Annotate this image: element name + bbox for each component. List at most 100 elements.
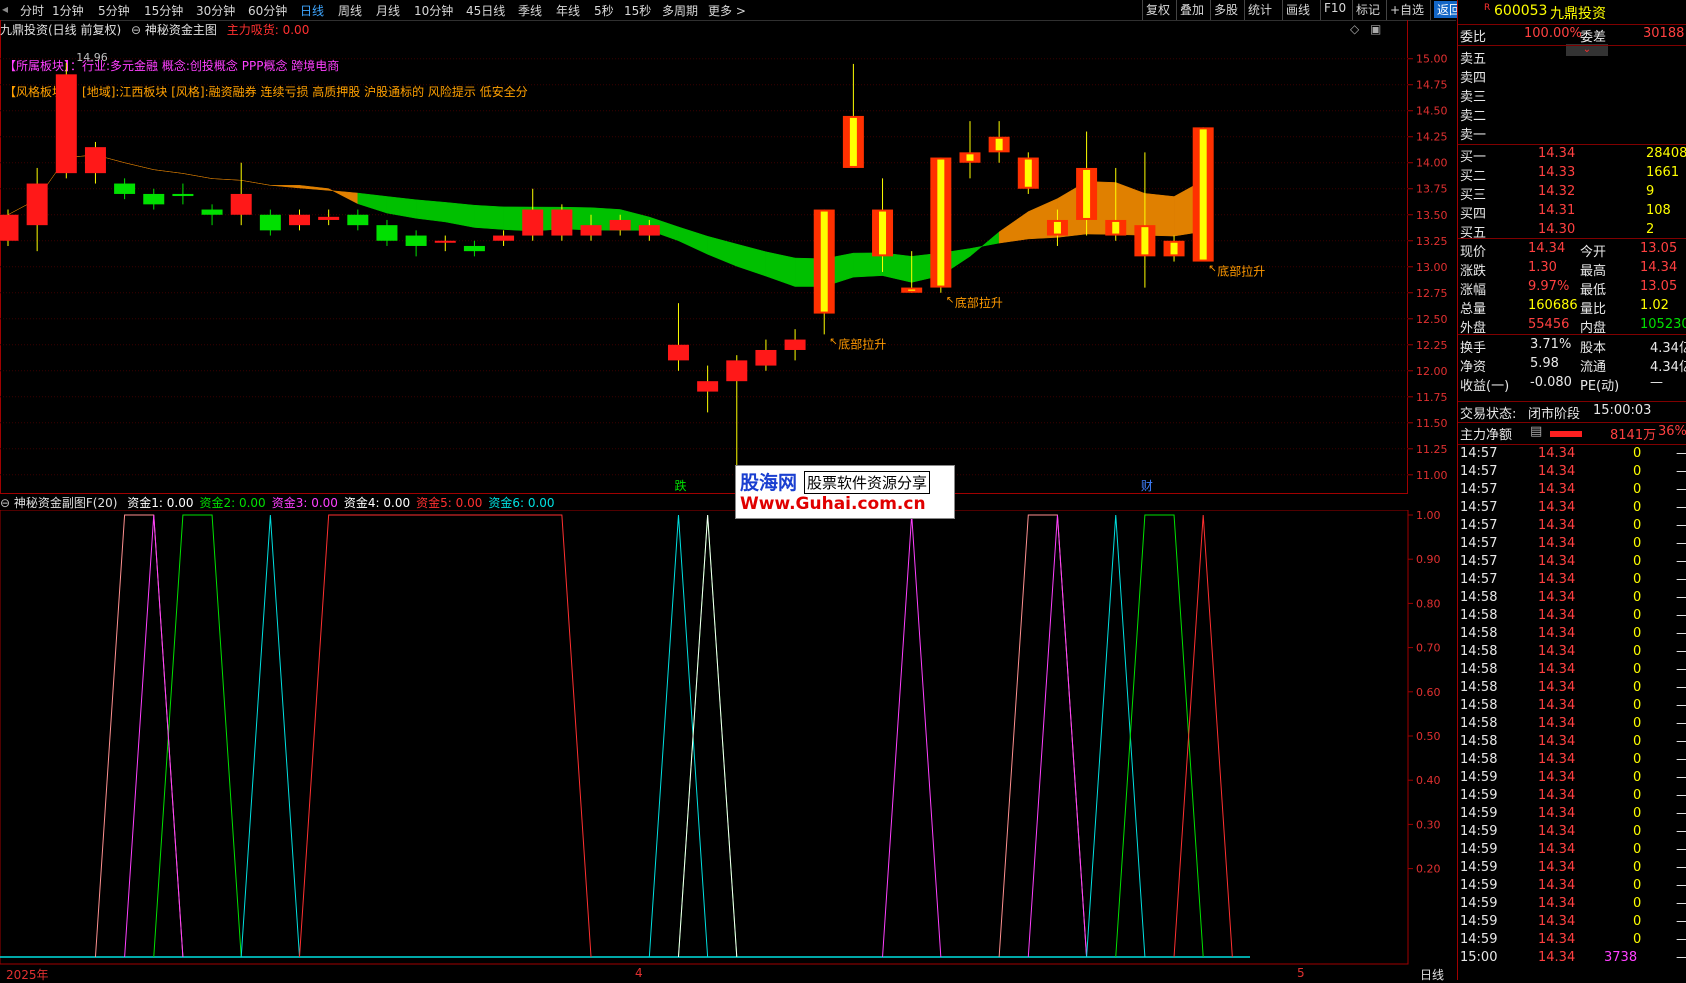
sell-level-label: 卖四 <box>1460 71 1487 86</box>
ma-band-segment <box>182 173 213 179</box>
sell-row: 卖五 <box>1460 48 1686 67</box>
candle-core <box>1083 169 1091 218</box>
period-indicator[interactable]: 日线 <box>1420 966 1444 983</box>
toolbar-button[interactable]: 统计 <box>1248 1 1272 18</box>
sub-chart-title[interactable]: 神秘资金副图F(20) <box>14 496 118 510</box>
ma-band-segment <box>882 252 912 283</box>
tick-row: 14:59 14.34 0 — <box>1460 878 1686 896</box>
sub-tick-label: 0.60 <box>1416 686 1441 699</box>
fund-flow-subchart[interactable]: 1.00 0.90 0.80 0.70 0.60 0.50 0.40 0.30 0.20 <box>0 510 1456 980</box>
period-tab[interactable]: 年线 <box>556 2 580 19</box>
tick-direction: — <box>1676 662 1686 677</box>
fund-signal-line <box>299 514 592 958</box>
high-price-label: 14.96 <box>76 51 108 64</box>
tick-time: 14:58 <box>1460 608 1498 623</box>
tick-volume: 0 <box>1633 698 1642 713</box>
stat-row: 总量 160686 量比 1.02 <box>1460 298 1686 317</box>
candle-body <box>376 225 398 241</box>
candle-core <box>1053 221 1061 234</box>
toolbar-button[interactable]: 叠加 <box>1180 1 1204 18</box>
buy-volume: 1661 <box>1646 165 1680 180</box>
tick-price: 14.34 <box>1538 878 1576 893</box>
tick-time: 14:59 <box>1460 932 1498 947</box>
fund-signal-line <box>648 514 709 958</box>
ma-band-segment <box>969 231 1000 257</box>
toolbar-separator <box>1320 0 1321 20</box>
fund-signal-line <box>1027 514 1088 958</box>
toolbar-button[interactable]: 复权 <box>1146 1 1170 18</box>
toolbar-button[interactable]: F10 <box>1324 1 1346 15</box>
tick-price: 14.34 <box>1538 680 1576 695</box>
tick-row: 14:59 14.34 0 — <box>1460 932 1686 950</box>
candle-core <box>820 211 828 312</box>
tick-price: 14.34 <box>1538 572 1576 587</box>
tick-row: 14:58 14.34 0 — <box>1460 716 1686 734</box>
tick-volume: 0 <box>1633 878 1642 893</box>
sub-chart-settings-icon[interactable]: ⊖ <box>0 496 10 510</box>
toolbar-button[interactable]: +自选 <box>1390 1 1424 18</box>
period-tab[interactable]: 60分钟 <box>248 2 287 19</box>
period-tab[interactable]: 15秒 <box>624 2 651 19</box>
candle-body <box>726 360 748 382</box>
weicha-value: 30188 <box>1643 26 1685 41</box>
toolbar-button[interactable]: 画线 <box>1286 1 1310 18</box>
period-tab[interactable]: 15分钟 <box>144 2 183 19</box>
stat-value: 55456 <box>1528 317 1570 332</box>
tick-price: 14.34 <box>1538 734 1576 749</box>
candlestick-chart[interactable]: 15.00 14.75 14.50 14.25 14.00 13.75 13.50 13.25… <box>0 20 1456 494</box>
price-tick-label: 14.25 <box>1416 131 1448 144</box>
tick-row: 14:59 14.34 0 — <box>1460 824 1686 842</box>
watermark-brand: 股海网 <box>740 472 798 494</box>
candle-body <box>434 240 456 243</box>
candle-core <box>966 154 974 161</box>
period-tab[interactable]: 45日线 <box>466 2 505 19</box>
price-tick-label: 13.50 <box>1416 209 1448 222</box>
period-tab[interactable]: 1分钟 <box>52 2 84 19</box>
candle-body <box>0 214 19 241</box>
tick-time: 14:59 <box>1460 788 1498 803</box>
weibi-value: 100.00% <box>1524 26 1582 41</box>
period-tab[interactable]: 日线 <box>300 2 324 19</box>
period-tab[interactable]: 多周期 <box>662 2 698 19</box>
tick-row: 14:57 14.34 0 — <box>1460 518 1686 536</box>
tick-row: 15:00 14.34 3738 — <box>1460 950 1686 968</box>
tick-price: 14.34 <box>1538 554 1576 569</box>
tick-volume: 0 <box>1633 806 1642 821</box>
net-detail-icon[interactable]: ▤ <box>1530 424 1542 439</box>
bottom-rally-annotation: 底部拉升 <box>955 295 1003 310</box>
stat-value: 105230 <box>1640 317 1686 332</box>
price-tick-label: 13.75 <box>1416 183 1448 196</box>
tick-price: 14.34 <box>1538 932 1576 947</box>
toolbar-button[interactable]: 多股 <box>1214 1 1238 18</box>
buy-level-label: 买二 <box>1460 169 1487 184</box>
period-tab[interactable]: 5分钟 <box>98 2 130 19</box>
toolbar-button[interactable]: 标记 <box>1356 1 1380 18</box>
stat-label: 最高 <box>1580 264 1607 279</box>
net-bar <box>1550 431 1582 437</box>
period-toolbar: ◂ 分时 1分钟 5分钟 15分钟 30分钟 60分钟 日线 周线 月线 10分钟 45日线 季线 年线… <box>0 0 1465 21</box>
period-tab[interactable]: 分时 <box>20 2 44 19</box>
period-tab[interactable]: 季线 <box>518 2 542 19</box>
sub-tick-label: 1.00 <box>1416 510 1441 522</box>
weibi-label: 委比 <box>1460 30 1487 45</box>
tick-price: 14.34 <box>1538 842 1576 857</box>
period-tab[interactable]: 更多 > <box>708 2 746 19</box>
r-flag-icon: R <box>1484 3 1491 13</box>
tick-row: 14:57 14.34 0 — <box>1460 554 1686 572</box>
ma-band-segment <box>357 192 388 214</box>
tick-row: 14:58 14.34 0 — <box>1460 590 1686 608</box>
period-tab[interactable]: 5秒 <box>594 2 614 19</box>
stat-value: 14.34 <box>1640 260 1678 275</box>
ma-band-segment <box>328 188 359 205</box>
period-tab[interactable]: 周线 <box>338 2 362 19</box>
period-tab[interactable]: 10分钟 <box>414 2 453 19</box>
event-marker: 跌 <box>674 478 686 493</box>
period-tab[interactable]: 30分钟 <box>196 2 235 19</box>
candle-body <box>347 214 369 226</box>
buy-price: 14.33 <box>1538 165 1576 180</box>
tick-time: 14:59 <box>1460 806 1498 821</box>
buy-volume: 108 <box>1646 203 1671 218</box>
candle-body <box>697 381 719 392</box>
menu-icon[interactable]: ◂ <box>2 2 8 16</box>
period-tab[interactable]: 月线 <box>376 2 400 19</box>
